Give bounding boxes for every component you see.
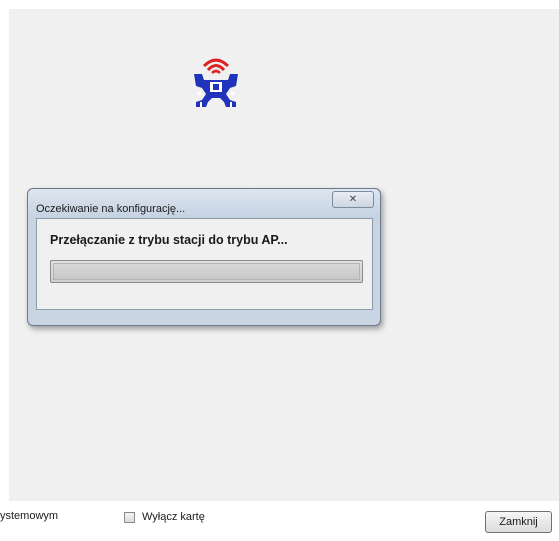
disable-card-option[interactable]: Wyłącz kartę — [124, 511, 205, 523]
app-window: Oczekiwanie na konfigurację... ✕ Przełąc… — [0, 0, 559, 541]
dialog-body: Przełączanie z trybu stacji do trybu AP.… — [36, 218, 373, 310]
status-message: Przełączanie z trybu stacji do trybu AP.… — [50, 233, 288, 247]
configuration-wait-dialog: Oczekiwanie na konfigurację... ✕ Przełąc… — [27, 188, 381, 326]
close-icon: ✕ — [348, 194, 358, 205]
wireless-adapter-logo-icon — [194, 58, 238, 107]
disable-card-checkbox[interactable] — [124, 511, 135, 523]
dialog-titlebar[interactable]: Oczekiwanie na konfigurację... ✕ — [28, 189, 380, 219]
progress-track — [53, 263, 360, 280]
dialog-close-button[interactable]: ✕ — [332, 191, 374, 208]
dialog-title: Oczekiwanie na konfigurację... — [36, 203, 186, 215]
close-button[interactable]: Zamknij — [485, 511, 552, 533]
progress-bar — [50, 260, 363, 283]
disable-card-label[interactable]: Wyłącz kartę — [142, 511, 205, 523]
partial-label: ystemowym — [0, 510, 59, 522]
